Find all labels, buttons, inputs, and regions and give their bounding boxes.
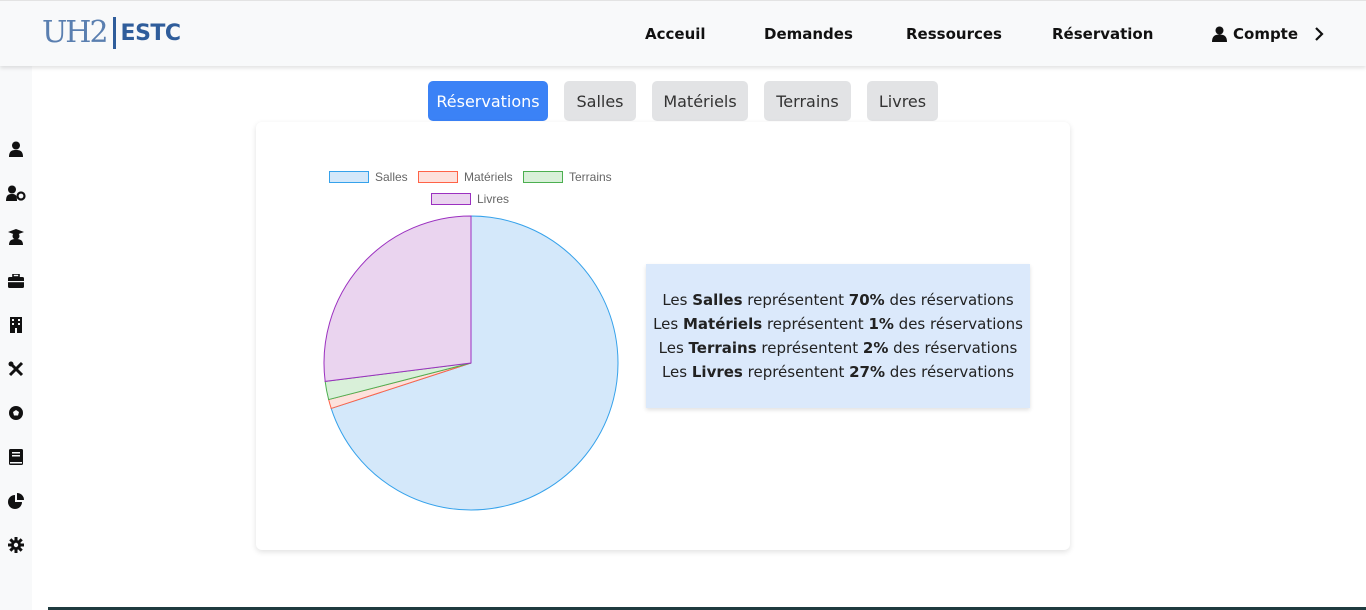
tools-icon[interactable] <box>6 359 26 379</box>
summary-line-materiels: Les Matériels représentent 1% des réserv… <box>653 315 1023 333</box>
legend-label: Salles <box>375 170 408 184</box>
user-gear-icon[interactable] <box>6 183 26 203</box>
pie-slice-livres[interactable] <box>323 215 472 382</box>
tab-materiels[interactable]: Matériels <box>652 81 748 121</box>
summary-box: Les Salles représentent 70% des réservat… <box>646 264 1030 408</box>
briefcase-icon[interactable] <box>6 271 26 291</box>
summary-line-salles: Les Salles représentent 70% des réservat… <box>662 291 1014 309</box>
soccer-ball-icon[interactable] <box>6 403 26 423</box>
summary-line-livres: Les Livres représentent 27% des réservat… <box>661 363 1015 381</box>
summary-line-terrains: Les Terrains représentent 2% des réserva… <box>658 339 1018 357</box>
legend-item-livres[interactable]: Livres <box>431 192 509 206</box>
tab-terrains[interactable]: Terrains <box>764 81 851 121</box>
logo-divider <box>112 17 116 49</box>
logo[interactable]: UH2 ESTC <box>42 15 181 51</box>
legend-label: Terrains <box>569 170 612 184</box>
nav-acceuil[interactable]: Acceuil <box>645 1 706 67</box>
account-menu[interactable]: Compte <box>1212 1 1324 67</box>
pie-chart <box>323 215 619 511</box>
legend-swatch-livres <box>431 193 471 205</box>
user-icon[interactable] <box>6 139 26 159</box>
gear-icon[interactable] <box>6 535 26 555</box>
user-icon <box>1212 26 1227 42</box>
account-label: Compte <box>1233 25 1299 43</box>
tab-livres[interactable]: Livres <box>867 81 938 121</box>
top-navbar: UH2 ESTC Acceuil Demandes Ressources Rés… <box>0 0 1366 66</box>
logo-mark: UH2 <box>42 15 109 50</box>
legend-item-materiels[interactable]: Matériels <box>418 170 513 184</box>
nav-reservation[interactable]: Réservation <box>1052 1 1153 67</box>
nav-ressources[interactable]: Ressources <box>906 1 1002 67</box>
legend-label: Matériels <box>464 170 513 184</box>
legend-swatch-materiels <box>418 171 458 183</box>
nav-demandes[interactable]: Demandes <box>764 1 853 67</box>
tab-salles[interactable]: Salles <box>564 81 636 121</box>
pie-chart-icon[interactable] <box>6 491 26 511</box>
legend-label: Livres <box>477 192 510 206</box>
sidebar <box>0 66 32 610</box>
legend-item-terrains[interactable]: Terrains <box>523 170 612 184</box>
graduate-icon[interactable] <box>6 227 26 247</box>
legend-swatch-terrains <box>523 171 563 183</box>
legend-item-salles[interactable]: Salles <box>329 170 408 184</box>
tab-reservations[interactable]: Réservations <box>428 81 548 121</box>
logo-text: ESTC <box>120 20 182 46</box>
legend-swatch-salles <box>329 171 369 183</box>
building-icon[interactable] <box>6 315 26 335</box>
book-icon[interactable] <box>6 447 26 467</box>
chevron-right-icon <box>1314 27 1324 41</box>
